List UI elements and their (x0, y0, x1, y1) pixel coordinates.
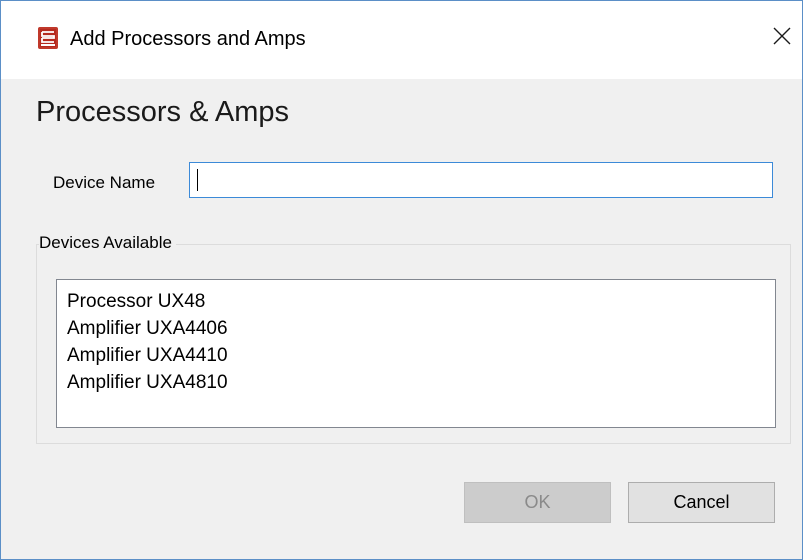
title-bar[interactable]: Add Processors and Amps (1, 1, 802, 79)
device-name-input[interactable] (189, 162, 773, 198)
ok-button[interactable]: OK (464, 482, 611, 523)
list-item[interactable]: Processor UX48 (57, 288, 775, 315)
window-title: Add Processors and Amps (70, 28, 306, 50)
devices-available-legend: Devices Available (39, 233, 176, 253)
devices-listbox[interactable]: Processor UX48 Amplifier UXA4406 Amplifi… (56, 279, 776, 428)
text-caret (197, 169, 198, 191)
close-icon (773, 27, 791, 50)
close-button[interactable] (761, 15, 802, 61)
page-title: Processors & Amps (36, 96, 290, 128)
app-logo-icon (38, 27, 58, 49)
cancel-button[interactable]: Cancel (628, 482, 775, 523)
device-name-label: Device Name (53, 173, 156, 192)
list-item[interactable]: Amplifier UXA4810 (57, 369, 775, 396)
add-processors-dialog: Add Processors and Amps Processors & Amp… (0, 0, 803, 560)
list-item[interactable]: Amplifier UXA4406 (57, 315, 775, 342)
list-item[interactable]: Amplifier UXA4410 (57, 342, 775, 369)
